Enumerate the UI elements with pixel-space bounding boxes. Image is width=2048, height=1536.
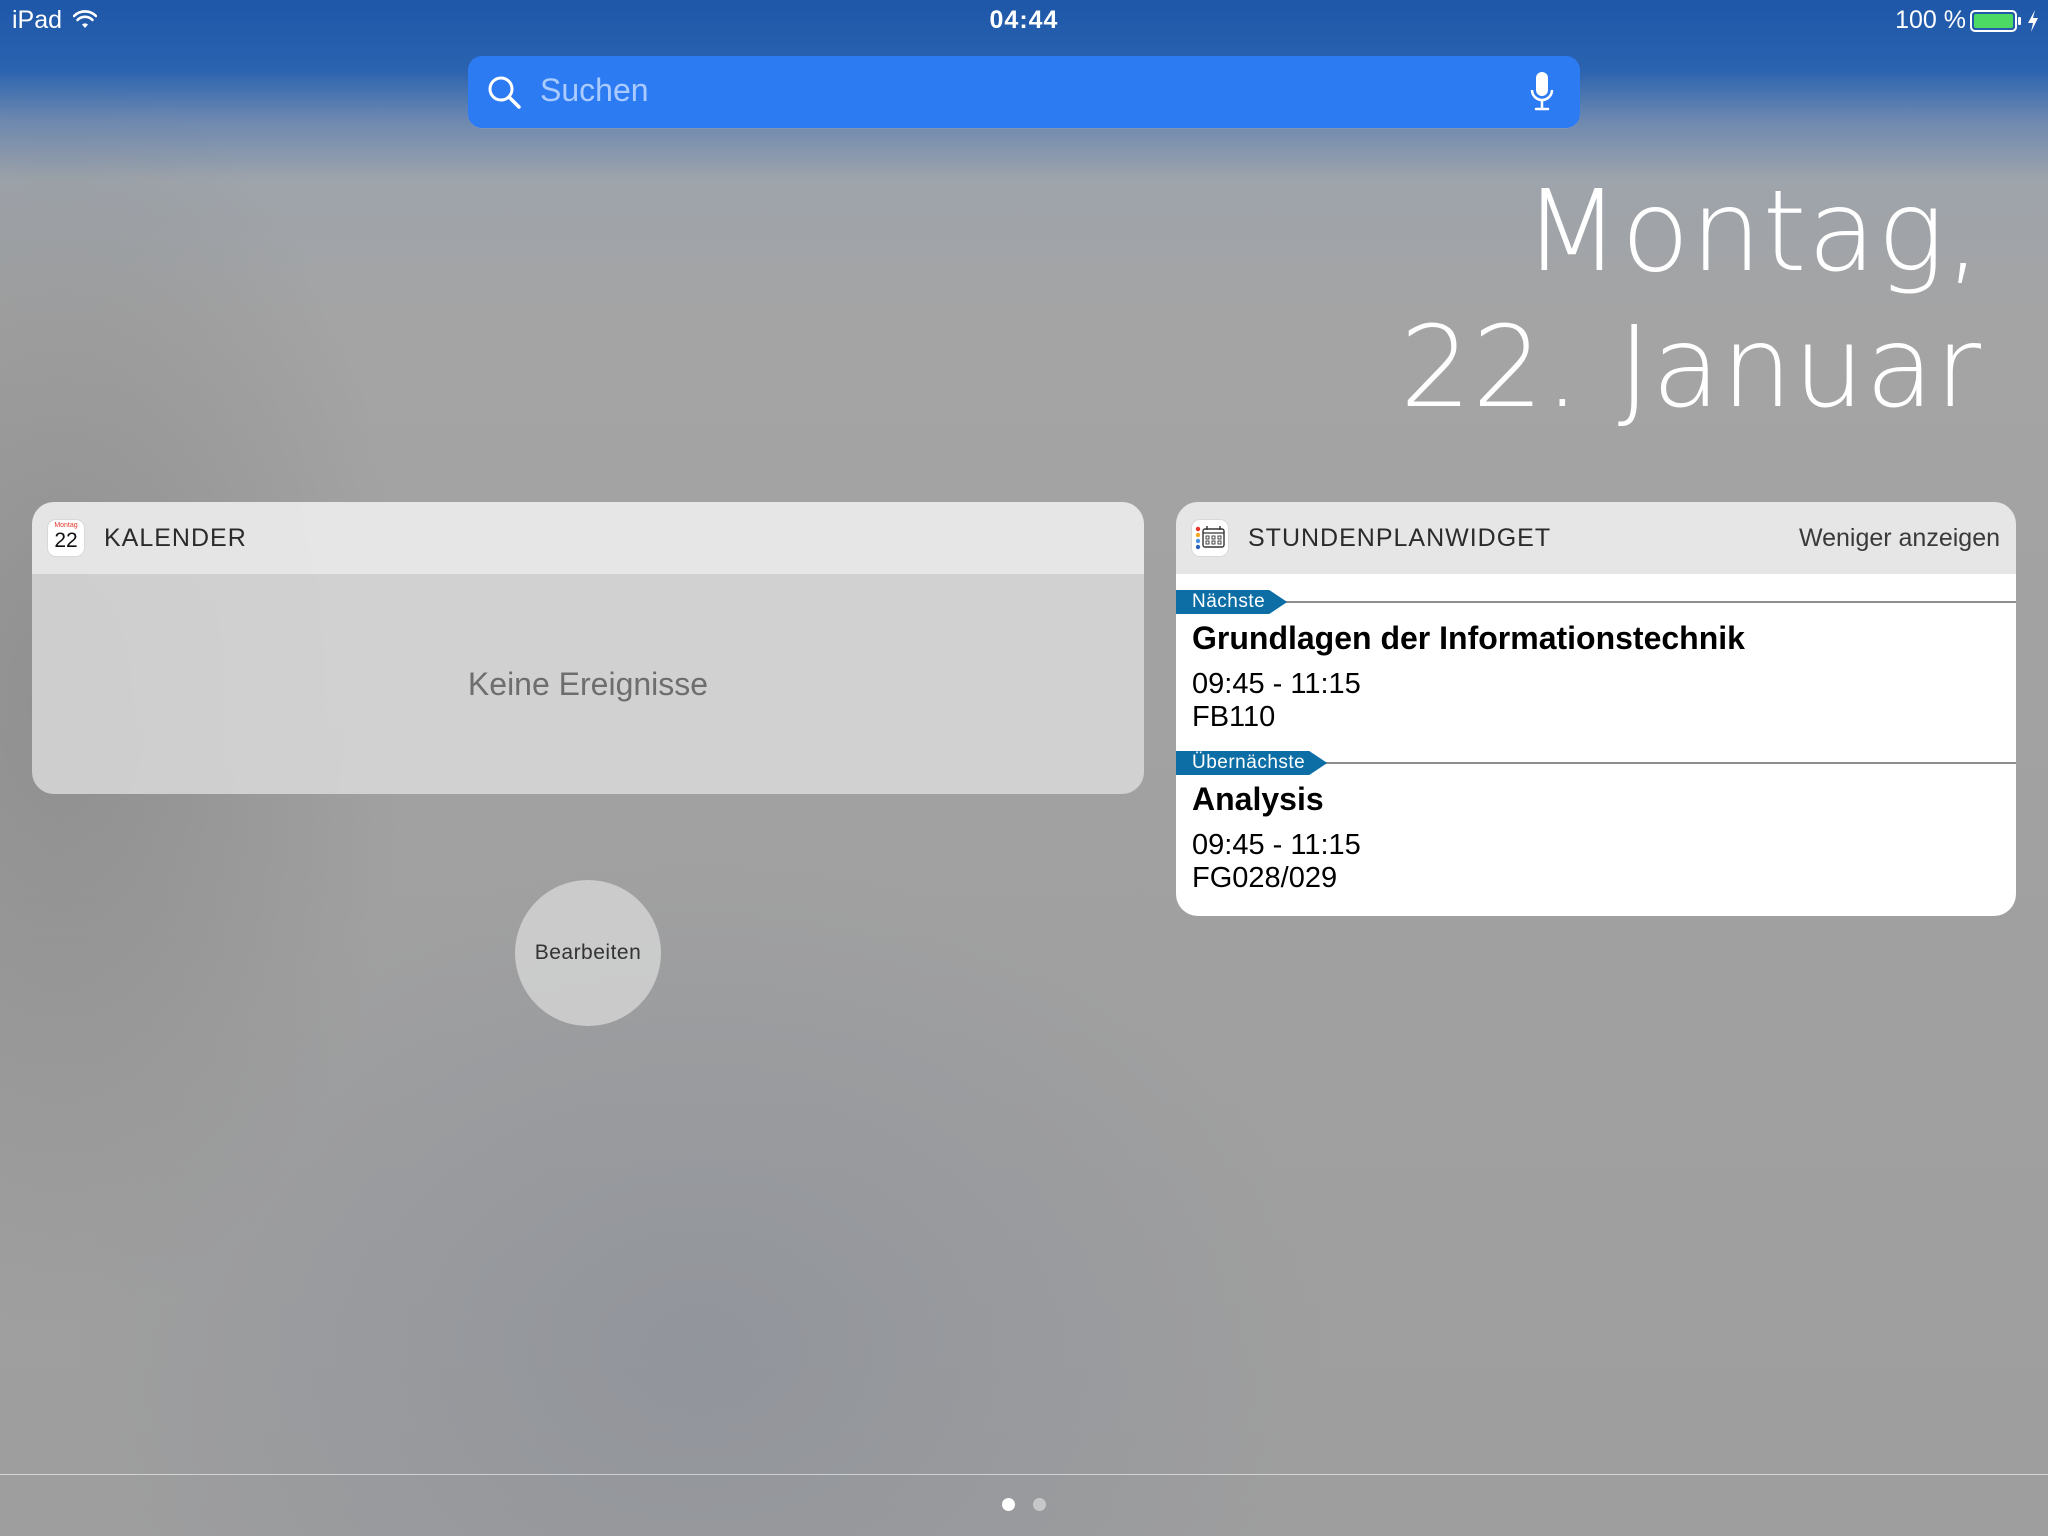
date-weekday: Montag, bbox=[1523, 167, 1982, 297]
calendar-widget-title: KALENDER bbox=[104, 524, 247, 552]
search-icon bbox=[488, 76, 521, 109]
entry-time: 09:45 - 11:15 bbox=[1192, 668, 1361, 700]
timetable-entry[interactable]: Nächste Grundlagen der Informationstechn… bbox=[1176, 590, 2016, 750]
entry-course-title: Analysis bbox=[1192, 781, 1324, 817]
entry-room: FG028/029 bbox=[1192, 862, 1338, 894]
timetable-entry[interactable]: Übernächste Analysis 09:45 - 11:15 FG028… bbox=[1176, 751, 2016, 911]
timetable-app-icon bbox=[1192, 520, 1228, 556]
calendar-icon-day: 22 bbox=[54, 529, 78, 552]
timetable-widget[interactable]: STUNDENPLANWIDGET Weniger anzeigen Nächs… bbox=[1176, 502, 2016, 916]
entry-room: FB110 bbox=[1192, 701, 1276, 733]
entry-divider bbox=[1176, 601, 2016, 603]
page-dot[interactable] bbox=[1033, 1498, 1046, 1511]
dock-divider bbox=[0, 1474, 2048, 1475]
entry-time: 09:45 - 11:15 bbox=[1192, 829, 1361, 861]
charging-bolt-icon bbox=[2028, 10, 2038, 32]
entry-course-title: Grundlagen der Informationstechnik bbox=[1192, 620, 1745, 656]
timetable-widget-body[interactable]: Nächste Grundlagen der Informationstechn… bbox=[1176, 574, 2016, 916]
entry-tag-after-next: Übernächste bbox=[1176, 751, 1327, 775]
edit-button-label: Bearbeiten bbox=[534, 941, 642, 964]
calendar-widget[interactable]: Montag 22 KALENDER Keine Ereignisse bbox=[32, 502, 1144, 794]
battery-icon bbox=[1970, 10, 2021, 32]
date-day-month: 22. Januar bbox=[1399, 303, 1982, 433]
search-input[interactable]: Suchen bbox=[540, 72, 649, 109]
battery-percentage: 100 % bbox=[1895, 6, 1966, 34]
status-time: 04:44 bbox=[989, 6, 1059, 34]
page-dot-active[interactable] bbox=[1002, 1498, 1015, 1511]
calendar-widget-header[interactable]: Montag 22 KALENDER bbox=[32, 502, 1144, 574]
calendar-app-icon: Montag 22 bbox=[48, 520, 84, 556]
entry-tag-next: Nächste bbox=[1176, 590, 1287, 614]
timetable-widget-title: STUNDENPLANWIDGET bbox=[1248, 524, 1552, 552]
microphone-icon[interactable] bbox=[1528, 70, 1556, 114]
page-indicator[interactable] bbox=[0, 1498, 2048, 1514]
status-bar: iPad 04:44 100 % bbox=[0, 0, 2048, 42]
show-less-button[interactable]: Weniger anzeigen bbox=[1799, 524, 2000, 553]
calendar-widget-body[interactable]: Keine Ereignisse bbox=[32, 574, 1144, 794]
edit-button[interactable]: Bearbeiten bbox=[515, 880, 661, 1026]
search-bar[interactable]: Suchen bbox=[468, 56, 1580, 128]
no-events-text: Keine Ereignisse bbox=[467, 666, 709, 702]
timetable-widget-header[interactable]: STUNDENPLANWIDGET Weniger anzeigen bbox=[1176, 502, 2016, 574]
